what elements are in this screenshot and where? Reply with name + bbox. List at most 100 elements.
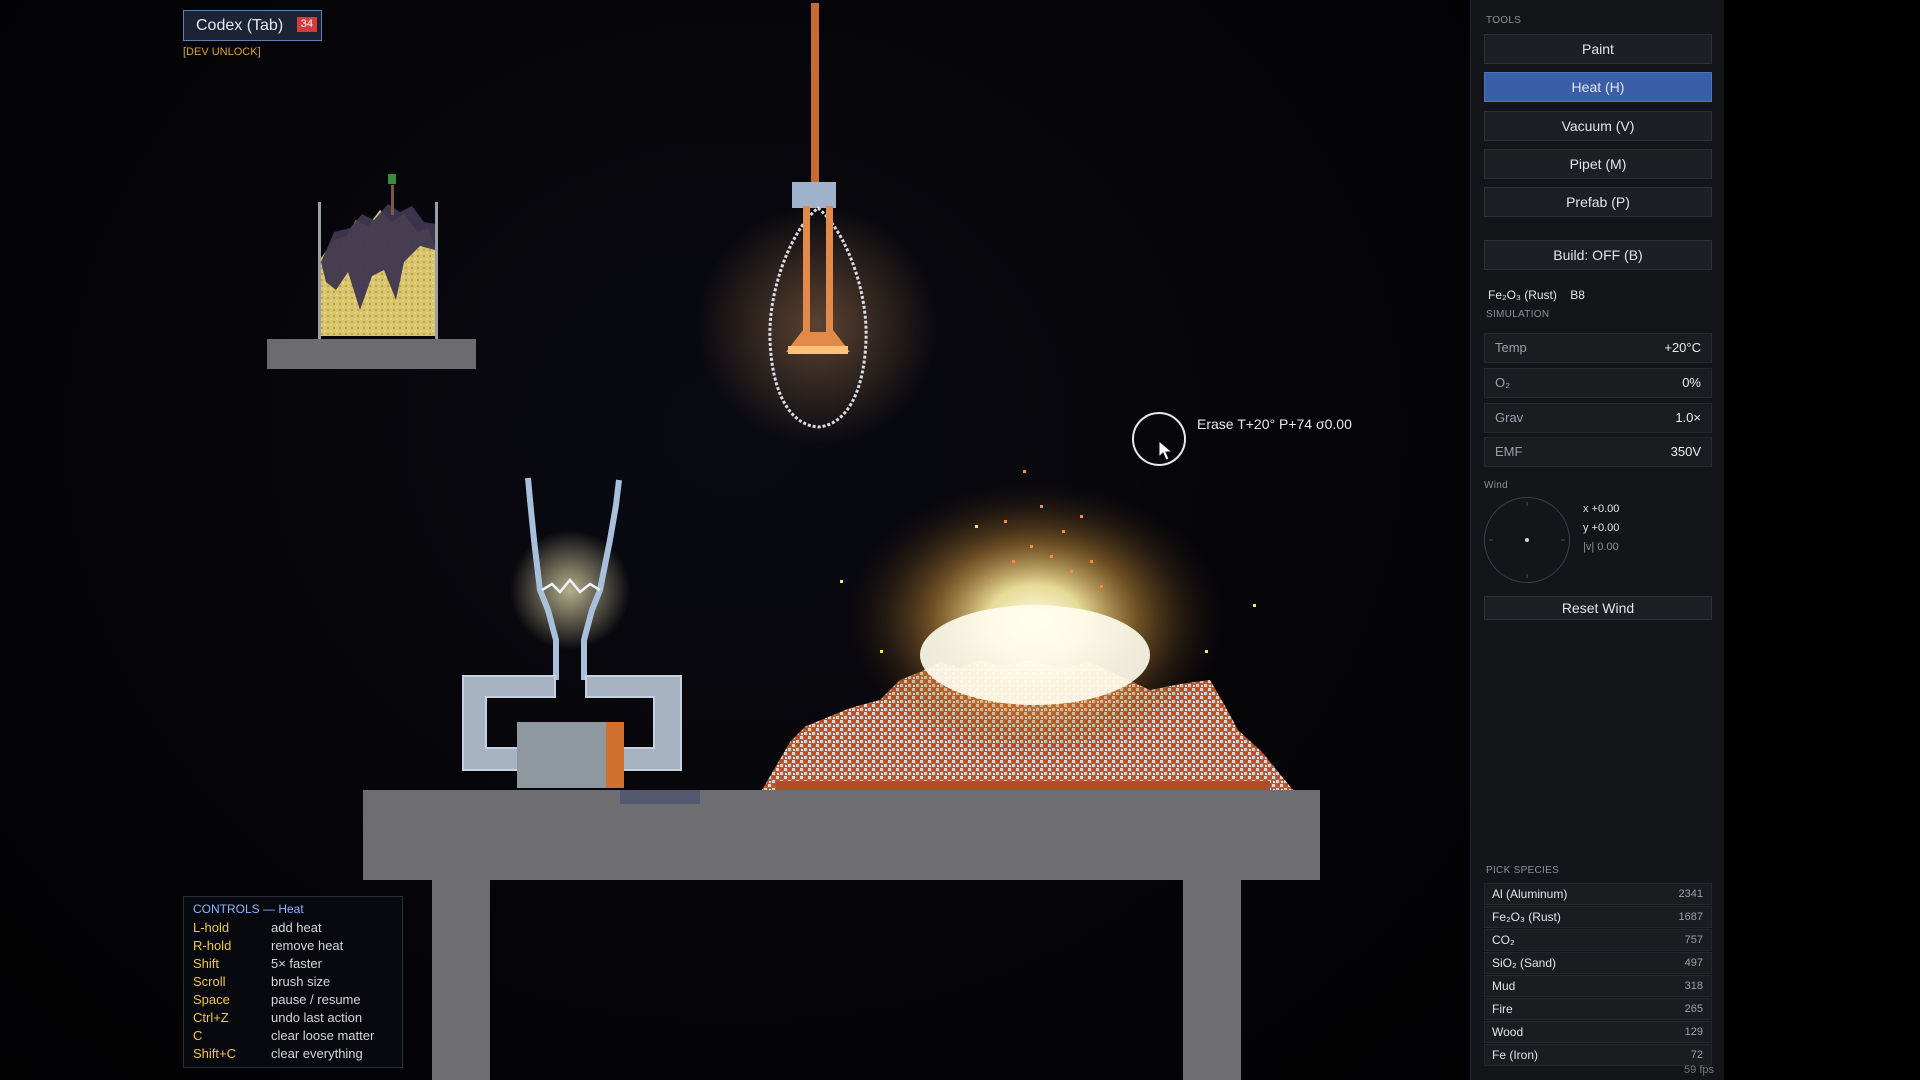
- emf-stat[interactable]: EMF 350V: [1484, 437, 1712, 467]
- plant-sprout: [388, 174, 396, 184]
- wind-magnitude-value: |v| 0.00: [1583, 541, 1619, 553]
- gravity-stat[interactable]: Grav 1.0×: [1484, 403, 1712, 433]
- fps-counter: 59 fps: [1684, 1064, 1714, 1076]
- brush-tooltip: Erase T+20° P+74 σ0.00: [1197, 416, 1352, 432]
- control-key: Scroll: [193, 974, 226, 989]
- control-row: Shift 5× faster: [193, 955, 393, 973]
- control-desc: brush size: [271, 974, 331, 989]
- control-row: R-hold remove heat: [193, 937, 393, 955]
- control-key: Shift+C: [193, 1046, 236, 1061]
- species-item[interactable]: SiO₂ (Sand) 497: [1484, 952, 1712, 974]
- control-row: Cclear loose matter: [193, 1027, 393, 1045]
- species-name: Fe₂O₃ (Rust): [1492, 910, 1561, 924]
- selected-species-code: B8: [1570, 288, 1585, 302]
- control-desc: undo last action: [271, 1010, 363, 1025]
- electrode-shadow: [620, 790, 700, 804]
- filament-hot: [788, 346, 848, 354]
- stat-value: +20°C: [1664, 340, 1701, 355]
- electrode-apparatus: [462, 477, 682, 788]
- control-desc: 5× faster: [271, 956, 322, 971]
- empty-margin: [1724, 0, 1920, 1080]
- control-row: L-hold add heat: [193, 919, 393, 937]
- species-item[interactable]: Al (Aluminum) 2341: [1484, 883, 1712, 905]
- species-item[interactable]: Fire 265: [1484, 998, 1712, 1020]
- species-count: 318: [1684, 980, 1703, 992]
- controls-title: CONTROLS — Heat: [193, 902, 304, 916]
- controls-help-panel: CONTROLS — Heat L-hold add heat R-hold rem…: [183, 896, 403, 1068]
- control-desc: clear loose matter: [271, 1028, 375, 1043]
- light-bulb: [698, 3, 938, 445]
- species-name: Mud: [1492, 979, 1516, 993]
- control-row: Scroll brush size: [193, 973, 393, 991]
- control-desc: pause / resume: [271, 992, 361, 1007]
- species-item[interactable]: Fe (Iron) 72: [1484, 1044, 1712, 1066]
- wood-stem: [391, 185, 394, 215]
- fire-core: [920, 605, 1150, 705]
- oxygen-stat[interactable]: O₂ 0%: [1484, 368, 1712, 398]
- tank-wall-left: [318, 202, 321, 339]
- vacuum-tool-button[interactable]: Vacuum (V): [1484, 111, 1712, 141]
- control-key: Space: [193, 992, 230, 1007]
- stat-label: Temp: [1495, 340, 1527, 355]
- stat-label: O₂: [1495, 375, 1511, 390]
- prefab-tool-button[interactable]: Prefab (P): [1484, 187, 1712, 217]
- reset-wind-button[interactable]: Reset Wind: [1484, 596, 1712, 620]
- species-count: 129: [1684, 1026, 1703, 1038]
- species-item[interactable]: CO₂ 757: [1484, 929, 1712, 951]
- species-count: 1687: [1678, 911, 1703, 923]
- control-key: Ctrl+Z: [193, 1010, 229, 1025]
- mouse-pointer-icon: [1158, 440, 1174, 461]
- molten-iron: [776, 781, 1270, 791]
- simulation-canvas[interactable]: Codex (Tab) 34 [DEV UNLOCK] Erase T+20° …: [0, 0, 1470, 1080]
- species-name: CO₂: [1492, 933, 1515, 947]
- stat-value: 0%: [1682, 375, 1701, 390]
- tools-section-label: TOOLS: [1486, 15, 1522, 26]
- selected-species-info: Fe₂O₃ (Rust) B8: [1488, 288, 1585, 302]
- table-leg-left: [432, 880, 490, 1080]
- bulb-socket: [792, 182, 836, 208]
- build-toggle-button[interactable]: Build: OFF (B): [1484, 240, 1712, 270]
- control-row: Ctrl+Z undo last action: [193, 1009, 393, 1027]
- control-row: Space pause / resume: [193, 991, 393, 1009]
- species-count: 265: [1684, 1003, 1703, 1015]
- species-name: Al (Aluminum): [1492, 887, 1568, 901]
- pick-species-label: PICK SPECIES: [1486, 865, 1560, 876]
- control-desc: clear everything: [271, 1046, 363, 1061]
- codex-count-badge: 34: [296, 17, 317, 32]
- species-count: 757: [1684, 934, 1703, 946]
- stat-label: Grav: [1495, 410, 1524, 425]
- species-count: 497: [1684, 957, 1703, 969]
- control-key: C: [193, 1028, 203, 1043]
- species-item[interactable]: Fe₂O₃ (Rust) 1687: [1484, 906, 1712, 928]
- stat-value: 1.0×: [1675, 410, 1701, 425]
- wind-section-label: Wind: [1484, 480, 1508, 491]
- bulb-wire: [811, 3, 819, 183]
- simulation-section-label: SIMULATION: [1486, 309, 1550, 320]
- stat-value: 350V: [1670, 444, 1701, 459]
- species-list: Al (Aluminum) 2341 Fe₂O₃ (Rust) 1687 CO₂ 75…: [1484, 883, 1712, 1067]
- shelf-slab: [267, 339, 476, 369]
- tools-panel: TOOLS Paint Heat (H) Vacuum (V) Pipet (M…: [1470, 0, 1724, 1080]
- arc-glow: [510, 530, 630, 650]
- codex-label: Codex (Tab): [196, 17, 284, 34]
- species-name: Fire: [1492, 1002, 1513, 1016]
- codex-button[interactable]: Codex (Tab) 34: [183, 10, 322, 41]
- dev-unlock-label: [DEV UNLOCK]: [183, 46, 261, 58]
- paint-tool-button[interactable]: Paint: [1484, 34, 1712, 64]
- table-leg-right: [1183, 880, 1241, 1080]
- control-desc: remove heat: [271, 938, 344, 953]
- species-name: SiO₂ (Sand): [1492, 956, 1557, 970]
- bulb-glow: [698, 205, 938, 445]
- temp-stat[interactable]: Temp +20°C: [1484, 333, 1712, 363]
- species-item[interactable]: Wood 129: [1484, 1021, 1712, 1043]
- control-desc: add heat: [271, 920, 322, 935]
- heat-tool-button[interactable]: Heat (H): [1484, 72, 1712, 102]
- pipet-tool-button[interactable]: Pipet (M): [1484, 149, 1712, 179]
- species-item[interactable]: Mud 318: [1484, 975, 1712, 997]
- stat-label: EMF: [1495, 444, 1523, 459]
- control-key: L-hold: [193, 920, 230, 935]
- thermite-pile: [762, 470, 1293, 791]
- species-count: 2341: [1678, 888, 1703, 900]
- control-row: Shift+C clear everything: [193, 1045, 393, 1063]
- wind-dial[interactable]: [1484, 497, 1570, 583]
